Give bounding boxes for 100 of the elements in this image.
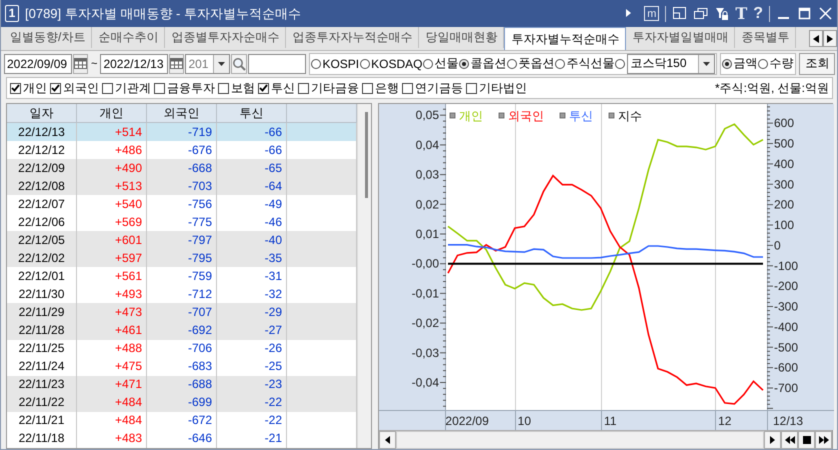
y-axis-label: -500 [774, 340, 798, 354]
scroll-left-button[interactable] [809, 30, 823, 47]
search-icon [232, 56, 246, 70]
table-cell: -692 [146, 322, 216, 340]
table-cell: +484 [76, 394, 146, 412]
table-cell: +461 [76, 322, 146, 340]
calendar-button[interactable] [73, 54, 88, 74]
index-dropdown[interactable]: 코스닥150 [627, 54, 716, 74]
radio-label[interactable]: 선물 [434, 55, 458, 72]
checkbox[interactable] [362, 82, 373, 94]
fast-forward-button[interactable] [815, 431, 832, 449]
table-cell: +514 [76, 122, 146, 142]
table-cell: 22/12/07 [7, 195, 76, 214]
radio-button[interactable] [423, 58, 434, 68]
code-dropdown[interactable]: 201 [185, 54, 230, 74]
scroll-left-button[interactable] [379, 431, 396, 449]
table-cell: -26 [216, 340, 286, 358]
table-cell: -64 [216, 177, 286, 196]
checkbox[interactable] [402, 82, 413, 94]
radio-label[interactable]: 풋옵션 [518, 55, 554, 72]
font-button[interactable]: T [735, 6, 748, 21]
checkbox[interactable] [102, 82, 113, 94]
checkbox[interactable] [50, 82, 61, 94]
radio-button[interactable] [555, 58, 566, 68]
table-cell: -22 [216, 394, 286, 412]
code-name-field[interactable] [248, 54, 306, 74]
table-cell: -719 [146, 122, 216, 142]
checkbox-label[interactable]: 연기금등 [415, 80, 463, 96]
radio-label[interactable]: 주식선물 [566, 55, 614, 72]
checkbox-label[interactable]: 기타법인 [479, 80, 527, 96]
checkmark-icon [11, 84, 20, 92]
y-axis-label: 0,05 [416, 108, 439, 122]
maximize-icon[interactable] [797, 6, 812, 21]
scroll-right-button[interactable] [823, 30, 837, 47]
checkbox-label[interactable]: 개인 [23, 80, 47, 96]
x-axis-label: 11 [604, 414, 616, 428]
tab[interactable]: 투자자별누적순매수 [504, 27, 626, 50]
checkbox[interactable] [466, 82, 477, 94]
radio-label[interactable]: KOSPI [322, 56, 360, 70]
y-axis-label: 400 [774, 156, 794, 171]
radio-button[interactable] [722, 58, 732, 68]
checkbox[interactable] [154, 82, 165, 94]
radio-button[interactable] [459, 58, 470, 68]
radio-label[interactable]: 수량 [769, 55, 794, 72]
end-date-field[interactable]: 2022/12/13 [100, 54, 168, 74]
checkbox[interactable] [258, 82, 269, 94]
checkbox-label[interactable]: 은행 [375, 80, 399, 96]
stop-button[interactable] [798, 431, 815, 449]
checkbox-label[interactable]: 보험 [231, 80, 255, 96]
window-layout-icon[interactable] [672, 6, 688, 21]
radio-button[interactable] [360, 58, 370, 68]
checkbox-label[interactable]: 투신 [271, 80, 295, 96]
start-date-field[interactable]: 2022/09/09 [4, 54, 72, 74]
y-axis-label: -700 [774, 381, 798, 395]
table-cell: -65 [216, 159, 286, 178]
table-cell: 22/11/18 [7, 430, 76, 448]
windows-icon[interactable] [693, 6, 708, 21]
radio-label[interactable]: 콜옵션 [470, 55, 506, 72]
y-axis-label: -200 [774, 279, 798, 294]
y-axis-label: -600 [774, 360, 798, 375]
column-header: 투신 [216, 104, 286, 122]
checkbox[interactable] [10, 82, 21, 94]
radio-label[interactable]: 금액 [733, 55, 758, 72]
checkbox-label[interactable]: 기관계 [115, 80, 151, 96]
table-cell: +490 [76, 159, 146, 178]
table-cell: 22/12/02 [7, 249, 76, 268]
checkmark-icon [259, 84, 268, 92]
table-cell: 22/11/23 [7, 376, 76, 394]
calendar-icon [74, 58, 87, 69]
radio-button[interactable] [311, 58, 322, 68]
memo-button[interactable]: m [644, 6, 660, 21]
play-button[interactable] [764, 431, 781, 449]
table-cell: 22/12/09 [7, 159, 76, 178]
radio-label[interactable]: KOSDAQ [371, 56, 422, 70]
radio-button[interactable] [758, 58, 768, 68]
checkbox-label[interactable]: 외국인 [63, 80, 99, 96]
rewind-button[interactable] [781, 431, 798, 449]
caret-icon [703, 62, 710, 66]
table-cell: -756 [146, 195, 216, 214]
radio-button[interactable] [507, 58, 518, 68]
checkbox[interactable] [218, 82, 229, 94]
table-cell: 22/12/01 [7, 267, 76, 286]
query-button[interactable]: 조회 [799, 52, 836, 74]
pin-lock-icon[interactable] [714, 6, 730, 21]
checkbox-label[interactable]: 금융투자 [167, 80, 215, 96]
table-cell: -703 [146, 177, 216, 196]
window-number-badge: 1 [5, 5, 19, 22]
search-button[interactable] [231, 54, 248, 74]
vertical-scrollbar[interactable] [357, 104, 371, 448]
table-cell: 22/11/25 [7, 340, 76, 358]
table-cell: -23 [216, 376, 286, 394]
checkbox-label[interactable]: 기타금융 [311, 80, 359, 96]
help-button[interactable]: ? [753, 6, 763, 21]
radio-button[interactable] [615, 58, 626, 68]
unit-note: *주식:억원, 선물:억원 [714, 80, 829, 96]
calendar-button[interactable] [169, 54, 184, 74]
checkbox[interactable] [298, 82, 309, 94]
horizontal-scrollbar[interactable] [396, 431, 764, 449]
close-icon[interactable] [818, 6, 833, 21]
y-axis-label: -0,00 [412, 256, 439, 271]
